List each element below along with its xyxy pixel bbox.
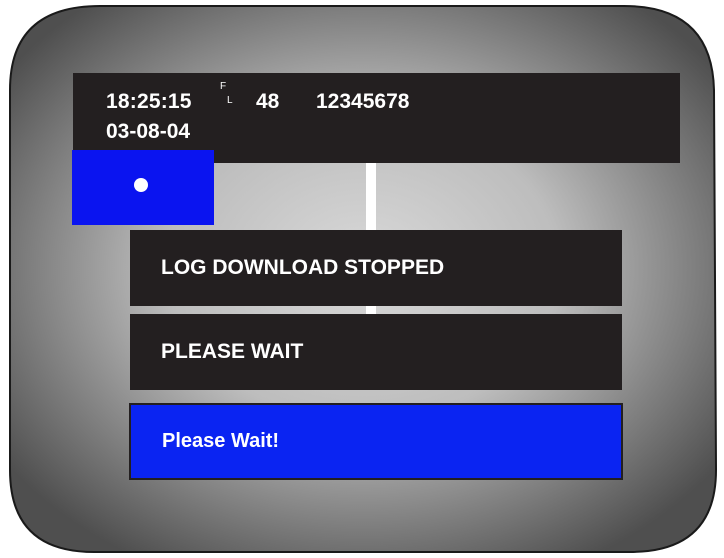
message-please-wait: PLEASE WAIT — [130, 314, 622, 390]
recording-indicator — [72, 150, 214, 225]
date-display: 03-08-04 — [106, 120, 191, 143]
message-log-download-stopped: LOG DOWNLOAD STOPPED — [130, 230, 622, 306]
please-wait-button[interactable]: Please Wait! — [129, 403, 623, 480]
flag-f: F — [220, 81, 227, 92]
time-display: 18:25:15 — [106, 90, 192, 113]
screen: 18:25:15 F L 48 12345678 03-08-04 LOG DO… — [0, 0, 724, 558]
flag-l: L — [227, 95, 233, 106]
serial-number: 12345678 — [316, 90, 410, 113]
record-dot-icon — [134, 178, 148, 192]
channel-number: 48 — [256, 90, 280, 113]
